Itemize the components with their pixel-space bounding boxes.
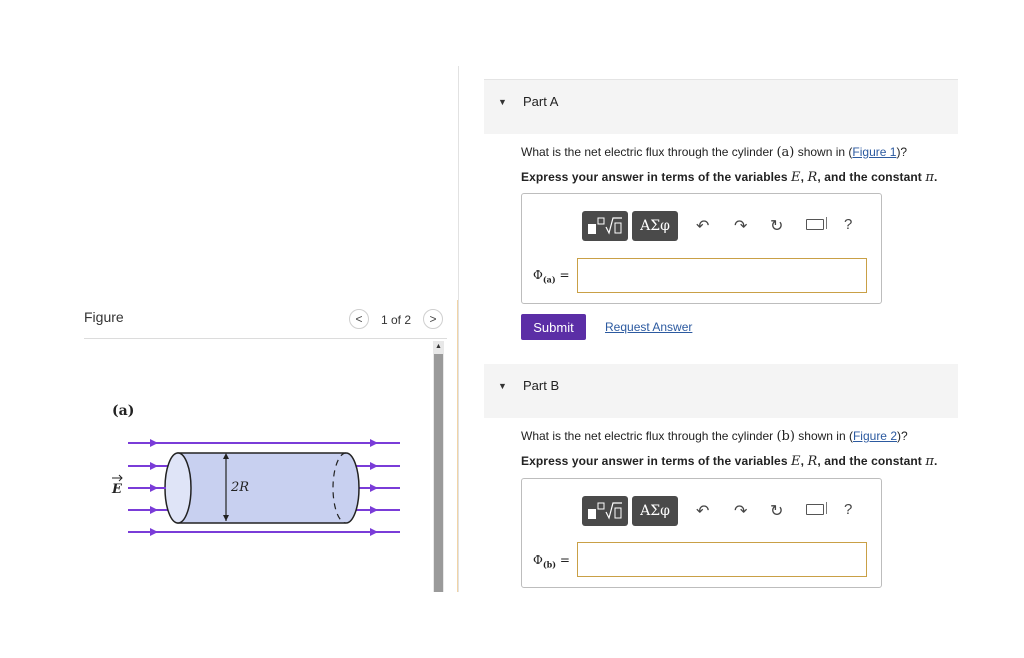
redo-icon[interactable]: ↷ [734, 501, 747, 521]
phi-symbol: Φ [533, 268, 543, 282]
question-variable: (b) [776, 429, 795, 444]
reset-icon[interactable]: ↻ [770, 216, 783, 236]
question-text: )? [897, 429, 908, 443]
keyboard-icon[interactable] [806, 219, 824, 230]
cylinder-figure: (a) E 2R [111, 403, 400, 536]
part-a-title: Part A [523, 94, 559, 109]
instruction-text: , and the constant [817, 454, 926, 468]
question-text: shown in ( [794, 429, 853, 443]
help-button[interactable]: ? [844, 216, 852, 233]
comma: , [800, 454, 808, 468]
comma: , [800, 170, 808, 184]
part-a-header[interactable]: ▼ Part A [484, 80, 958, 134]
chevron-right-icon: > [429, 312, 437, 326]
question-text: What is the net electric flux through th… [521, 145, 777, 159]
phi-b-input[interactable] [577, 542, 867, 577]
part-b-question: What is the net electric flux through th… [521, 429, 908, 444]
variable-e: E [791, 170, 801, 185]
phi-a-label: Φ(a) = [533, 268, 570, 284]
scroll-up-arrow-icon[interactable]: ▲ [433, 341, 444, 352]
equals-sign: = [559, 553, 570, 567]
undo-icon[interactable]: ↶ [696, 501, 709, 521]
request-answer-link[interactable]: Request Answer [605, 320, 692, 334]
vector-arrow-icon [112, 474, 123, 482]
variable-r: R [807, 454, 818, 469]
instruction-text: Express your answer in terms of the vari… [521, 170, 792, 184]
chevron-left-icon: < [355, 312, 363, 326]
toolbar-separator [826, 502, 827, 514]
phi-b-label: Φ(b) = [533, 553, 570, 569]
part-a-answer-box: ΑΣφ ↶ ↷ ↻ ? Φ(a) = [521, 193, 882, 304]
undo-icon[interactable]: ↶ [696, 216, 709, 236]
equals-sign: = [559, 268, 570, 282]
templates-icon [588, 502, 622, 520]
redo-icon[interactable]: ↷ [734, 216, 747, 236]
help-button[interactable]: ? [844, 501, 852, 518]
column-divider [458, 66, 459, 592]
phi-subscript: (a) [542, 274, 556, 285]
toolbar-separator [826, 217, 827, 229]
instruction-text: . [933, 170, 938, 184]
column-divider-accent [457, 300, 458, 592]
question-text: shown in ( [794, 145, 853, 159]
figure-title: Figure [84, 309, 124, 325]
part-b-header[interactable]: ▼ Part B [484, 364, 958, 418]
constant-pi: π [925, 170, 934, 185]
field-lines-front [128, 465, 166, 511]
part-b-title: Part B [523, 378, 560, 393]
figure-scrollbar-thumb[interactable] [434, 354, 443, 592]
previous-figure-button[interactable]: < [349, 309, 369, 329]
instruction-text: , and the constant [817, 170, 926, 184]
greek-symbols-button[interactable]: ΑΣφ [632, 496, 678, 526]
phi-subscript: (b) [542, 559, 557, 570]
instruction-text: . [933, 454, 938, 468]
part-a-instruction: Express your answer in terms of the vari… [521, 170, 937, 185]
templates-button[interactable] [582, 211, 628, 241]
reset-icon[interactable]: ↻ [770, 501, 783, 521]
figure-2-link[interactable]: Figure 2 [853, 429, 897, 443]
diameter-label: 2R [230, 480, 249, 495]
cylinder [164, 452, 360, 524]
part-b-answer-box: ΑΣφ ↶ ↷ ↻ ? Φ(b) = [521, 478, 882, 588]
collapse-caret-icon[interactable]: ▼ [498, 381, 507, 391]
phi-a-input[interactable] [577, 258, 867, 293]
submit-button[interactable]: Submit [521, 314, 586, 340]
constant-pi: π [925, 454, 934, 469]
part-a-question: What is the net electric flux through th… [521, 145, 907, 160]
part-b-instruction: Express your answer in terms of the vari… [521, 454, 937, 469]
instruction-text: Express your answer in terms of the vari… [521, 454, 792, 468]
keyboard-icon[interactable] [806, 504, 824, 515]
variable-r: R [807, 170, 818, 185]
phi-symbol: Φ [533, 553, 543, 567]
next-figure-button[interactable]: > [423, 309, 443, 329]
templates-button[interactable] [582, 496, 628, 526]
figure-divider [84, 338, 447, 339]
field-vector-label: E [111, 482, 123, 497]
greek-symbols-button[interactable]: ΑΣφ [632, 211, 678, 241]
figure-panel-label: (a) [112, 403, 134, 419]
question-text: )? [896, 145, 908, 159]
figure-pager-label: 1 of 2 [381, 313, 412, 327]
figure-1-link[interactable]: Figure 1 [852, 145, 896, 159]
question-variable: (a) [776, 145, 795, 160]
templates-icon [588, 217, 622, 235]
question-text: What is the net electric flux through th… [521, 429, 777, 443]
collapse-caret-icon[interactable]: ▼ [498, 97, 507, 107]
variable-e: E [791, 454, 801, 469]
